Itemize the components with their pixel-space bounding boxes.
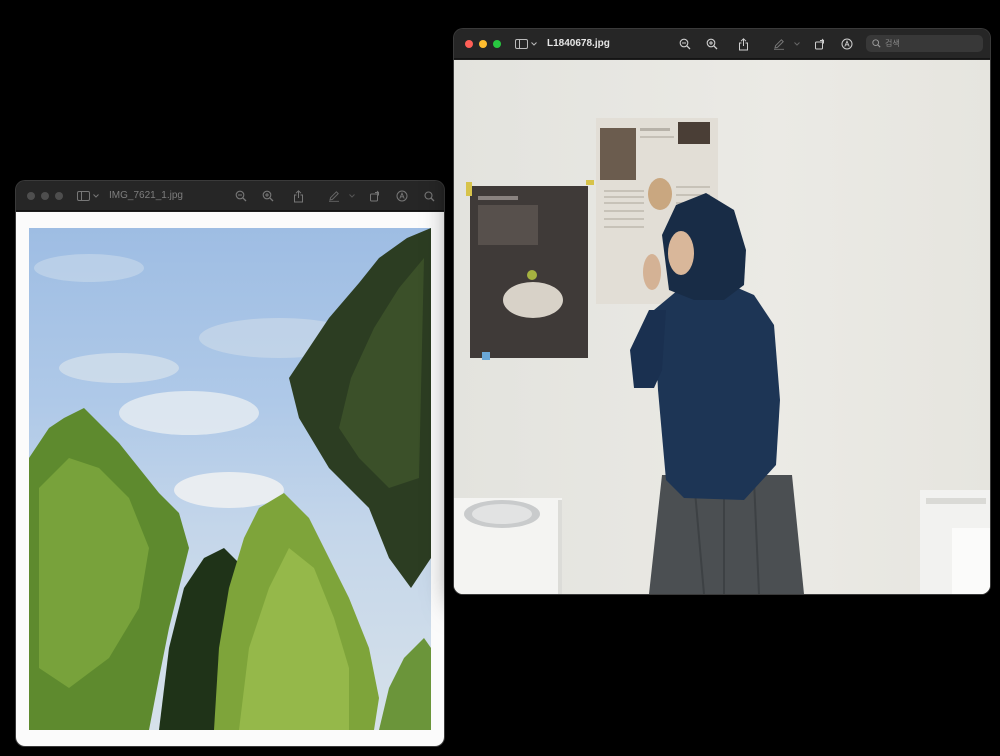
window-title: IMG_7621_1.jpg — [109, 190, 183, 201]
search-field[interactable] — [866, 35, 983, 52]
zoom-in-icon — [262, 190, 274, 202]
zoom-button[interactable] — [493, 39, 501, 48]
titlebar[interactable]: L1840678.jpg — [454, 29, 990, 59]
annotate-button[interactable] — [838, 35, 856, 53]
share-button[interactable] — [289, 187, 307, 205]
share-icon — [293, 189, 303, 202]
preview-window-right[interactable]: L1840678.jpg — [454, 29, 990, 594]
search-icon — [872, 39, 881, 48]
window-controls — [465, 39, 501, 48]
minimize-button[interactable] — [41, 191, 49, 200]
search-icon — [423, 190, 434, 201]
tree-photo — [29, 228, 431, 730]
annotate-icon — [841, 38, 853, 50]
share-button[interactable] — [734, 35, 752, 53]
search-input[interactable] — [885, 39, 975, 48]
portrait-photo — [454, 60, 990, 594]
chevron-down-icon — [531, 41, 537, 46]
rotate-icon — [815, 38, 825, 50]
zoom-in-button[interactable] — [703, 35, 721, 53]
zoom-button[interactable] — [55, 191, 63, 200]
chevron-down-icon — [349, 194, 355, 198]
document-canvas[interactable] — [454, 60, 990, 594]
sidebar-toggle-button[interactable] — [77, 190, 99, 201]
zoom-out-button[interactable] — [676, 35, 694, 53]
sidebar-icon — [77, 190, 90, 201]
close-button[interactable] — [465, 39, 473, 48]
annotate-icon — [396, 190, 408, 202]
close-button[interactable] — [27, 191, 35, 200]
share-icon — [738, 37, 748, 50]
markup-button[interactable] — [325, 187, 343, 205]
chevron-down-icon — [794, 42, 800, 46]
window-controls — [27, 191, 63, 200]
markup-pen-icon — [329, 191, 339, 202]
markup-button[interactable] — [770, 35, 788, 53]
sidebar-toggle-button[interactable] — [515, 38, 537, 49]
markup-pen-icon — [774, 39, 784, 50]
search-button[interactable] — [420, 187, 438, 205]
annotate-button[interactable] — [393, 187, 411, 205]
zoom-out-icon — [679, 38, 691, 50]
titlebar[interactable]: IMG_7621_1.jpg — [16, 181, 444, 211]
rotate-button[interactable] — [366, 187, 384, 205]
zoom-in-button[interactable] — [259, 187, 277, 205]
rotate-icon — [370, 190, 380, 202]
zoom-out-button[interactable] — [232, 187, 250, 205]
preview-window-left[interactable]: IMG_7621_1.jpg — [16, 181, 444, 746]
minimize-button[interactable] — [479, 39, 487, 48]
document-canvas[interactable] — [16, 212, 444, 746]
window-title: L1840678.jpg — [547, 38, 610, 49]
zoom-out-icon — [235, 190, 247, 202]
sidebar-icon — [515, 38, 528, 49]
rotate-button[interactable] — [811, 35, 829, 53]
chevron-down-icon — [93, 193, 99, 198]
zoom-in-icon — [706, 38, 718, 50]
